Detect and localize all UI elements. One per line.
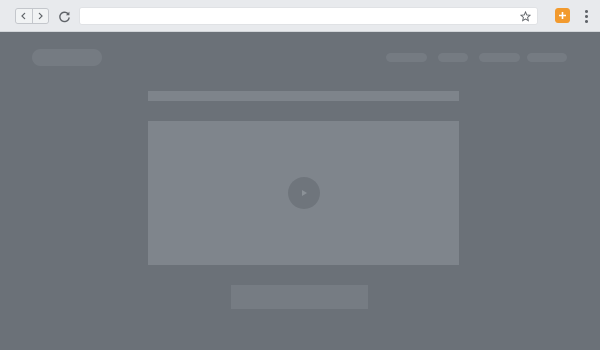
extension-button[interactable] — [555, 8, 570, 23]
play-icon — [302, 190, 307, 196]
menu-dot — [584, 14, 588, 18]
forward-button[interactable] — [31, 9, 49, 23]
browser-toolbar — [0, 0, 600, 32]
reload-icon — [58, 11, 70, 22]
history-nav — [15, 8, 49, 24]
video-player-placeholder[interactable] — [148, 121, 459, 265]
plus-icon — [559, 12, 566, 19]
back-button[interactable] — [16, 9, 32, 23]
page-overlay — [0, 32, 600, 350]
nav-link-placeholder — [527, 53, 567, 62]
play-button[interactable] — [288, 177, 320, 209]
nav-link-placeholder — [479, 53, 520, 62]
browser-menu-button[interactable] — [580, 8, 592, 24]
logo-placeholder — [32, 49, 102, 66]
address-bar[interactable] — [79, 7, 538, 25]
chevron-left-icon — [20, 12, 26, 20]
nav-link-placeholder — [386, 53, 427, 62]
nav-link-placeholder — [438, 53, 468, 62]
menu-dot — [584, 9, 588, 13]
star-icon — [519, 10, 531, 22]
menu-dot — [584, 19, 588, 23]
chevron-right-icon — [38, 12, 44, 20]
reload-button[interactable] — [56, 8, 72, 24]
address-input[interactable] — [86, 8, 516, 24]
bookmark-button[interactable] — [519, 10, 531, 22]
button-placeholder — [231, 285, 368, 309]
heading-placeholder — [148, 91, 459, 101]
